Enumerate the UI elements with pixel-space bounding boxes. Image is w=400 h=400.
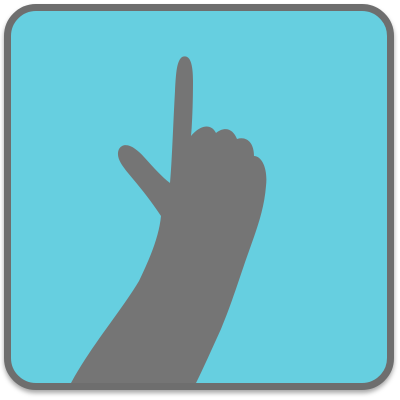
icon-stage — [0, 0, 400, 400]
hand-shape — [71, 56, 267, 383]
pointing-hand-icon — [71, 56, 267, 383]
app-icon-tile[interactable] — [4, 4, 394, 390]
